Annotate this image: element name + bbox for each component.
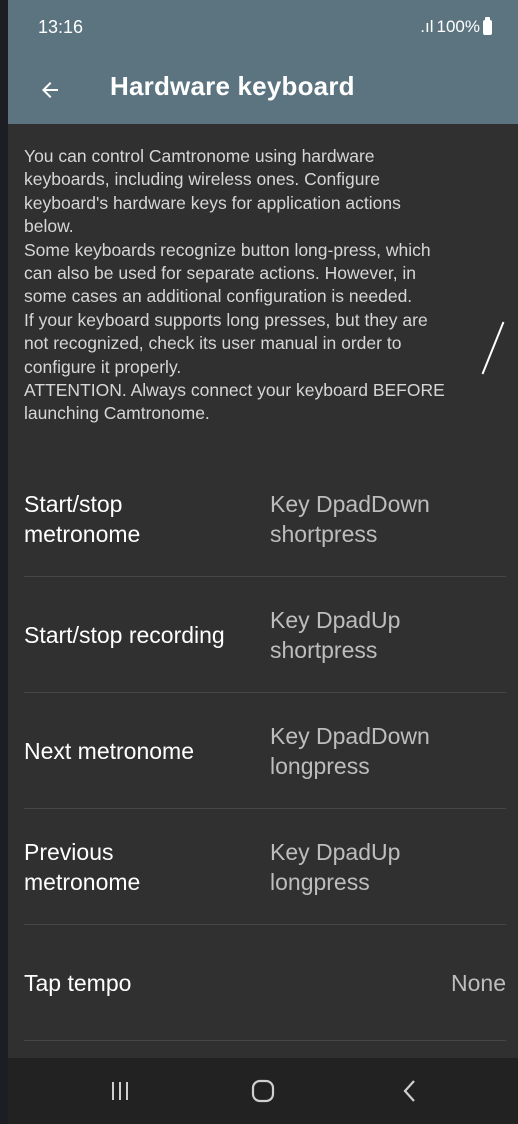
setting-next-metronome[interactable]: Next metronome Key DpadDown longpress [24, 693, 506, 809]
setting-value: None [451, 969, 506, 996]
recents-icon [112, 1082, 128, 1100]
setting-label: Start/stop metronome [24, 490, 141, 547]
status-indicators: .ıl 100% [420, 16, 492, 37]
navigation-bar [8, 1058, 518, 1124]
app-bar: Hardware keyboard [8, 56, 518, 124]
setting-previous-metronome[interactable]: Previous metronome Key DpadUp longpress [24, 809, 506, 925]
arrow-back-icon [42, 82, 58, 98]
status-time: 13:16 [38, 17, 84, 37]
status-bar: 13:16 .ıl 100% [8, 0, 518, 56]
phone-screen: 13:16 .ıl 100% Hardware keyboard You can… [8, 0, 518, 1124]
home-button[interactable] [223, 1058, 303, 1124]
nav-back-icon [403, 1080, 415, 1102]
setting-label: Previous metronome [24, 838, 141, 895]
battery-icon [483, 16, 492, 35]
recents-button[interactable] [80, 1058, 160, 1124]
settings-content[interactable]: You can control Camtronome using hardwar… [8, 124, 518, 1058]
setting-value: Key DpadDown shortpress [270, 490, 430, 547]
setting-value: Key DpadUp longpress [270, 838, 401, 895]
nav-back-button[interactable] [370, 1058, 450, 1124]
page-title: Hardware keyboard [110, 71, 355, 101]
setting-label: Tap tempo [24, 969, 132, 996]
battery-level: 100% [436, 17, 480, 36]
setting-tap-tempo[interactable]: Tap tempo None [24, 925, 506, 1041]
setting-label: Start/stop recording [24, 621, 225, 648]
home-icon [251, 1079, 275, 1103]
setting-label: Next metronome [24, 737, 195, 764]
setting-value: Key DpadDown longpress [270, 722, 430, 779]
setting-start-stop-recording[interactable]: Start/stop recording Key DpadUp shortpre… [24, 577, 506, 693]
description-text: You can control Camtronome using hardwar… [24, 146, 445, 424]
setting-start-stop-metronome[interactable]: Start/stop metronome Key DpadDown shortp… [24, 461, 506, 577]
setting-value: Key DpadUp shortpress [270, 606, 401, 663]
back-button[interactable] [26, 66, 74, 114]
signal-icon: .ıl [420, 17, 434, 36]
